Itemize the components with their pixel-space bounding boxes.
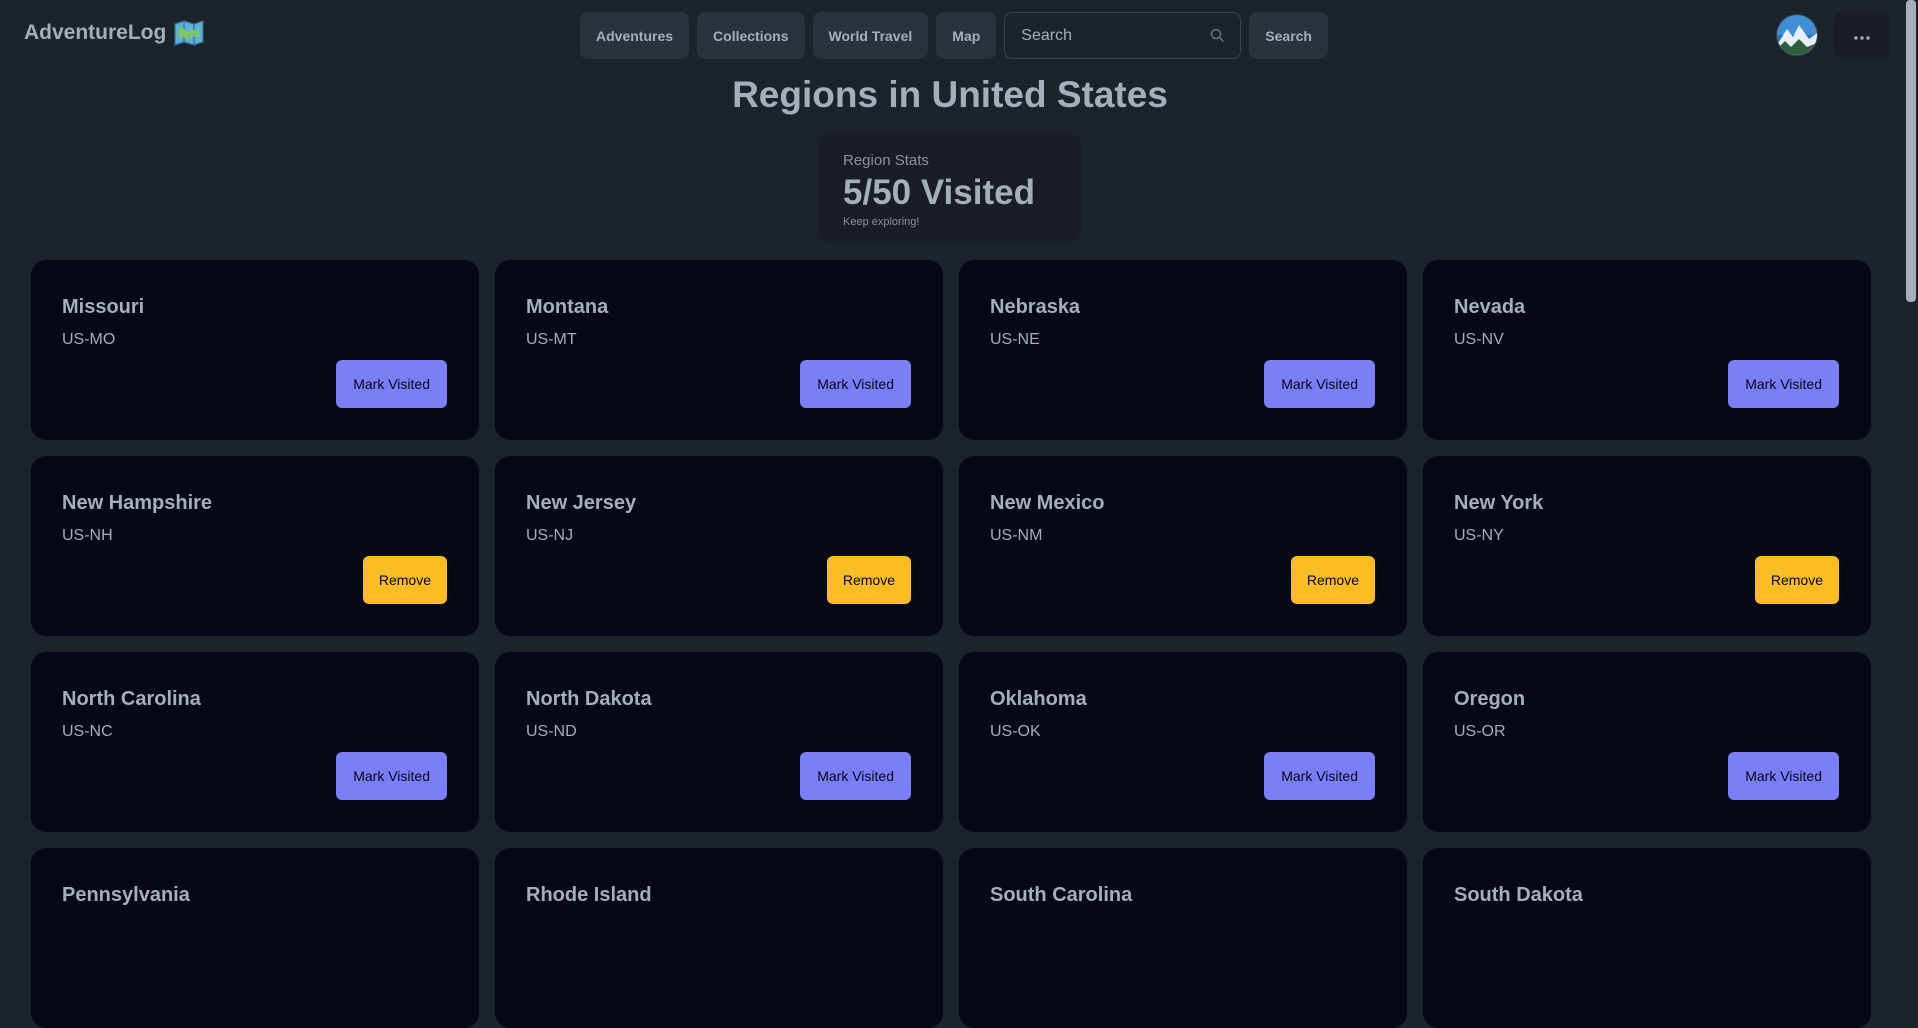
- region-card: South Dakota: [1423, 848, 1871, 1028]
- region-card: New Mexico US-NM Remove: [959, 456, 1407, 636]
- region-code: US-NC: [62, 723, 113, 740]
- stat-value: 5/50 Visited: [843, 173, 1035, 212]
- remove-button[interactable]: Remove: [826, 556, 911, 604]
- region-card: North Dakota US-ND Mark Visited: [495, 652, 943, 832]
- region-code: US-MO: [62, 331, 116, 348]
- scrollbar-thumb[interactable]: [1906, 0, 1916, 302]
- region-code: US-NY: [1454, 527, 1504, 544]
- mark-visited-button[interactable]: Mark Visited: [800, 360, 911, 408]
- region-name: Oregon: [1454, 688, 1526, 710]
- main-nav: Adventures Collections World Travel Map …: [580, 12, 1328, 59]
- region-name: Nebraska: [990, 296, 1081, 318]
- avatar[interactable]: [1776, 14, 1818, 56]
- menu-button[interactable]: [1834, 12, 1890, 59]
- map-emoji-icon: [174, 20, 204, 46]
- region-card: Oklahoma US-OK Mark Visited: [959, 652, 1407, 832]
- region-card: North Carolina US-NC Mark Visited: [31, 652, 479, 832]
- region-name: New York: [1454, 492, 1544, 514]
- region-name: Pennsylvania: [62, 884, 190, 906]
- navbar: AdventureLog Adventures Collections Worl…: [0, 0, 1900, 72]
- region-name: Oklahoma: [990, 688, 1087, 710]
- remove-button[interactable]: Remove: [1290, 556, 1375, 604]
- search-box: [1004, 12, 1242, 59]
- search-icon: [1210, 28, 1225, 47]
- mark-visited-button[interactable]: Mark Visited: [1728, 360, 1839, 408]
- region-name: Nevada: [1454, 296, 1526, 318]
- region-card: Oregon US-OR Mark Visited: [1423, 652, 1871, 832]
- region-name: New Mexico: [990, 492, 1105, 514]
- search-input[interactable]: [1019, 25, 1204, 46]
- remove-button[interactable]: Remove: [362, 556, 447, 604]
- region-name: Missouri: [62, 296, 145, 318]
- region-card: New Jersey US-NJ Remove: [495, 456, 943, 636]
- nav-collections-button[interactable]: Collections: [697, 12, 805, 59]
- stat-desc: Keep exploring!: [843, 216, 920, 228]
- region-code: US-OR: [1454, 723, 1506, 740]
- mark-visited-button[interactable]: Mark Visited: [1728, 752, 1839, 800]
- region-card: Pennsylvania: [31, 848, 479, 1028]
- stat-title: Region Stats: [843, 152, 929, 169]
- region-card: New York US-NY Remove: [1423, 456, 1871, 636]
- mark-visited-button[interactable]: Mark Visited: [336, 752, 447, 800]
- mark-visited-button[interactable]: Mark Visited: [1264, 360, 1375, 408]
- region-code: US-NM: [990, 527, 1043, 544]
- region-name: Rhode Island: [526, 884, 652, 906]
- region-card: New Hampshire US-NH Remove: [31, 456, 479, 636]
- page-title: Regions in United States: [732, 74, 1168, 115]
- region-code: US-ND: [526, 723, 577, 740]
- region-stats: Region Stats 5/50 Visited Keep exploring…: [819, 132, 1081, 243]
- region-name: South Dakota: [1454, 884, 1583, 906]
- region-name: North Dakota: [526, 688, 652, 710]
- region-name: New Jersey: [526, 492, 637, 514]
- mark-visited-button[interactable]: Mark Visited: [336, 360, 447, 408]
- region-card: Nevada US-NV Mark Visited: [1423, 260, 1871, 440]
- region-card: Montana US-MT Mark Visited: [495, 260, 943, 440]
- region-name: Montana: [526, 296, 609, 318]
- region-name: New Hampshire: [62, 492, 213, 514]
- region-code: US-NV: [1454, 331, 1504, 348]
- region-card: Rhode Island: [495, 848, 943, 1028]
- region-code: US-NH: [62, 527, 113, 544]
- region-grid: Missouri US-MO Mark Visited Montana US-M…: [31, 260, 1871, 1028]
- mark-visited-button[interactable]: Mark Visited: [800, 752, 911, 800]
- region-card: Nebraska US-NE Mark Visited: [959, 260, 1407, 440]
- region-code: US-OK: [990, 723, 1041, 740]
- region-card: South Carolina: [959, 848, 1407, 1028]
- mark-visited-button[interactable]: Mark Visited: [1264, 752, 1375, 800]
- brand-name: AdventureLog: [24, 21, 167, 44]
- region-code: US-NE: [990, 331, 1040, 348]
- ellipsis-icon: [1854, 27, 1870, 45]
- region-card: Missouri US-MO Mark Visited: [31, 260, 479, 440]
- region-code: US-NJ: [526, 527, 574, 544]
- region-code: US-MT: [526, 331, 577, 348]
- region-name: North Carolina: [62, 688, 201, 710]
- region-name: South Carolina: [990, 884, 1133, 906]
- nav-map-button[interactable]: Map: [936, 12, 997, 59]
- nav-adventures-button[interactable]: Adventures: [580, 12, 690, 59]
- brand-link[interactable]: AdventureLog: [24, 20, 204, 46]
- search-button[interactable]: Search: [1249, 12, 1328, 59]
- nav-world-travel-button[interactable]: World Travel: [812, 12, 929, 59]
- remove-button[interactable]: Remove: [1754, 556, 1839, 604]
